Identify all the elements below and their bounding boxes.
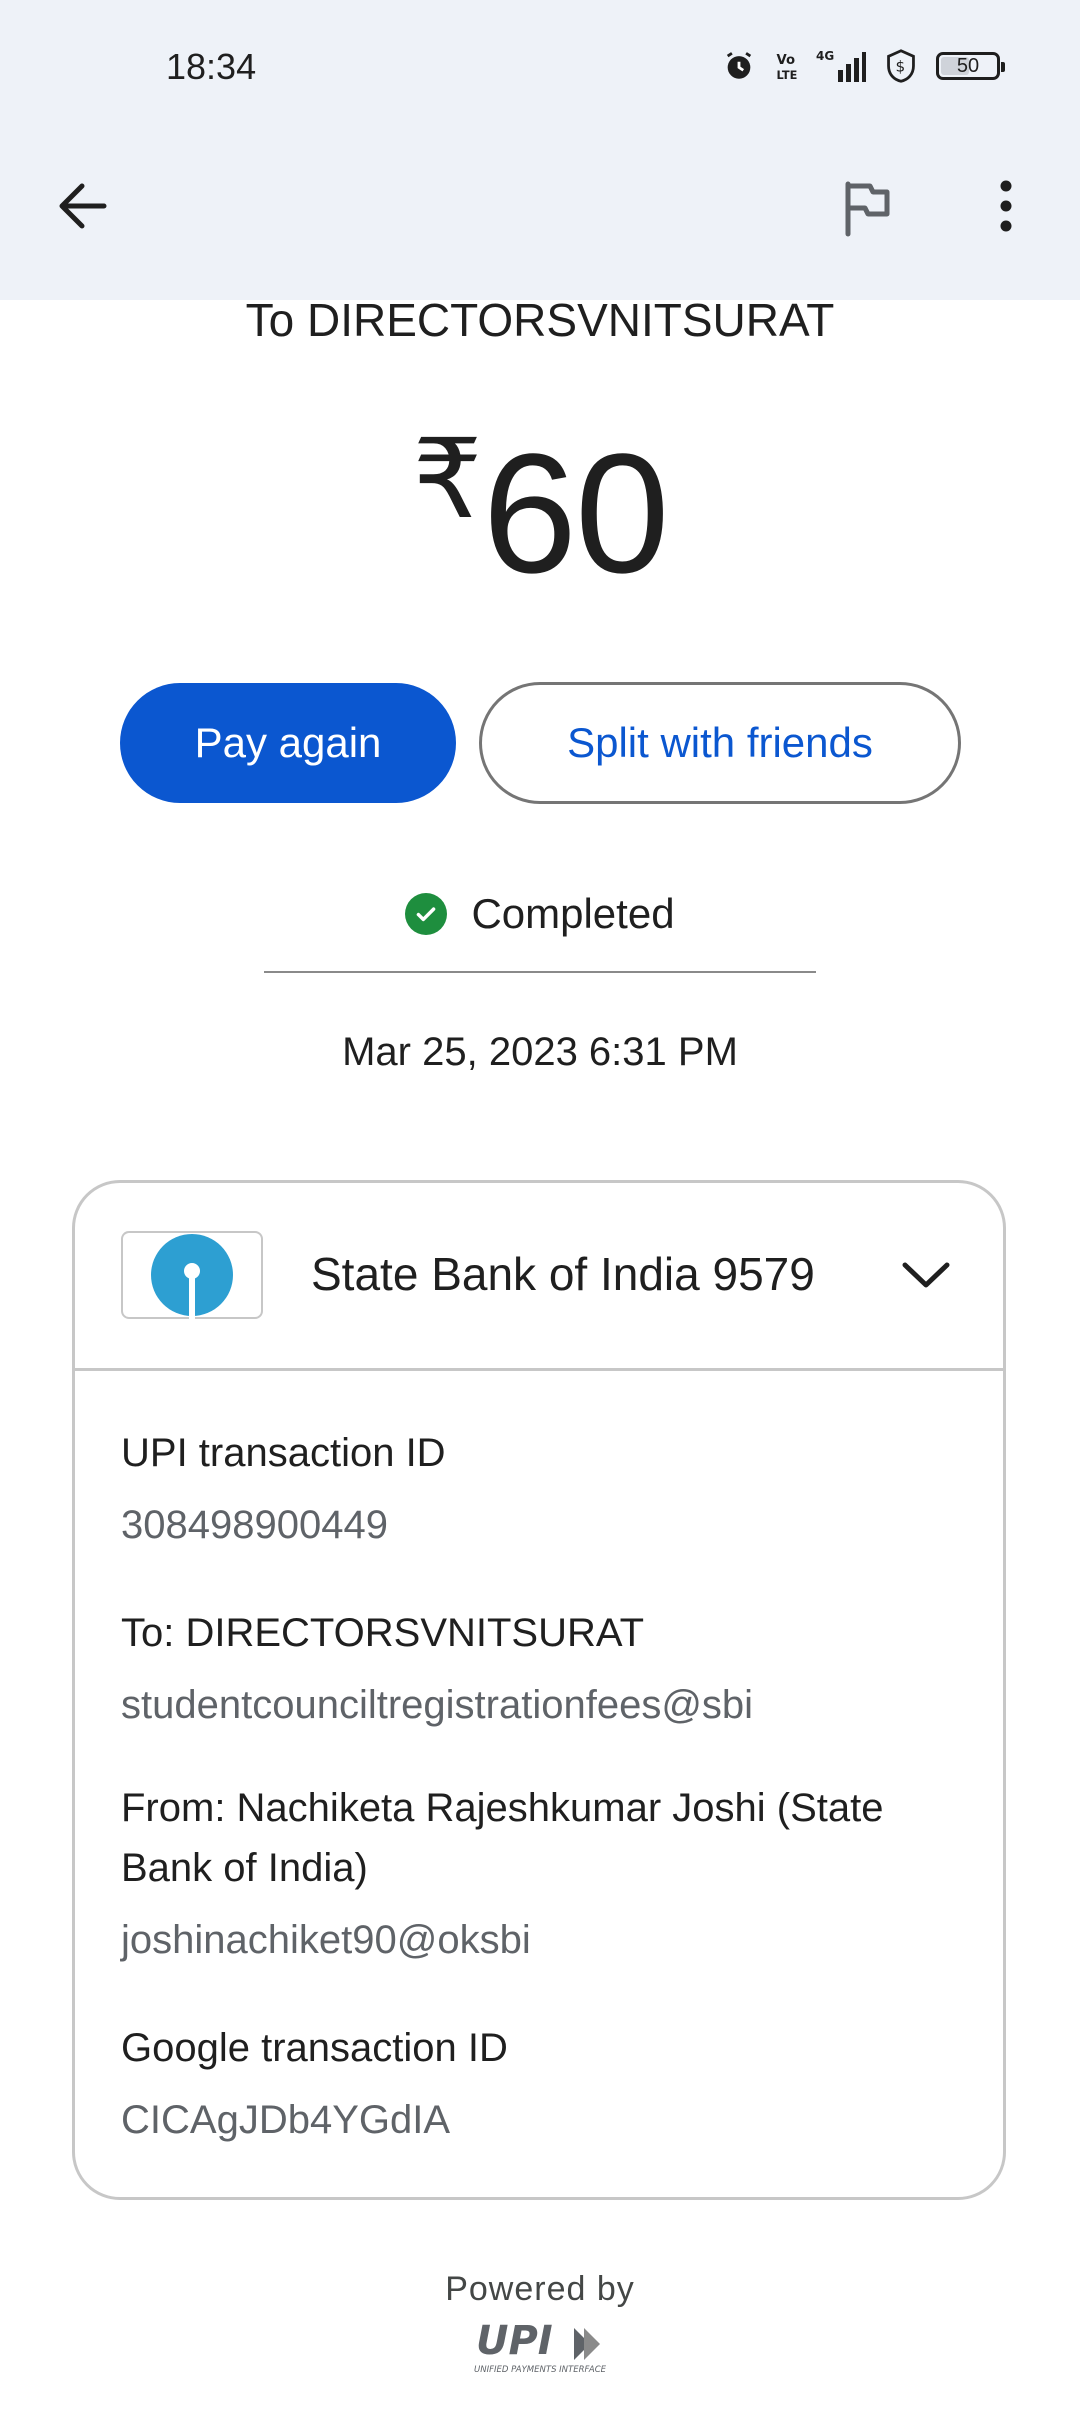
amount-value: 60 xyxy=(482,419,669,609)
bank-logo xyxy=(121,1231,263,1319)
status-time: 18:34 xyxy=(166,46,257,87)
more-vert-icon xyxy=(1000,180,1012,232)
volte-icon: Vo LTE xyxy=(774,49,798,83)
recipient-line: To DIRECTORSVNITSURAT xyxy=(245,294,835,346)
detail-label: Google transaction ID xyxy=(121,2026,508,2070)
arrow-back-icon xyxy=(59,183,107,229)
detail-to: To: DIRECTORSVNITSURAT studentcounciltre… xyxy=(121,1603,981,1735)
report-button[interactable] xyxy=(838,178,894,238)
detail-value: CICAgJDb4YGdIA xyxy=(121,2098,451,2142)
upi-logo-subtext: UNIFIED PAYMENTS INTERFACE xyxy=(474,2365,607,2375)
detail-value: 308498900449 xyxy=(121,1503,388,1547)
svg-text:Vo: Vo xyxy=(777,53,796,68)
detail-value: studentcounciltregistrationfees@sbi xyxy=(121,1683,754,1727)
chevron-down-icon xyxy=(902,1262,950,1288)
detail-label: To: DIRECTORSVNITSURAT xyxy=(121,1611,645,1655)
svg-text:LTE: LTE xyxy=(777,68,798,82)
currency-symbol: ₹ xyxy=(412,418,482,541)
payment-status: Completed xyxy=(0,890,1080,938)
alarm-icon xyxy=(722,49,756,83)
transaction-datetime: Mar 25, 2023 6:31 PM xyxy=(342,1030,738,1074)
upi-logo: UPI UNIFIED PAYMENTS INTERFACE xyxy=(474,2318,607,2375)
flag-icon xyxy=(845,181,890,237)
divider xyxy=(264,971,816,973)
detail-upi-transaction-id: UPI transaction ID 308498900449 xyxy=(121,1423,981,1555)
detail-label: UPI transaction ID xyxy=(121,1431,446,1475)
sbi-logo-icon xyxy=(151,1234,233,1319)
powered-by-text: Powered by xyxy=(445,2270,635,2308)
pay-again-button[interactable]: Pay again xyxy=(120,683,456,803)
svg-text:4G: 4G xyxy=(816,49,834,63)
detail-google-transaction-id: Google transaction ID CICAgJDb4YGdIA xyxy=(121,2018,981,2150)
payment-amount: ₹60 xyxy=(0,415,1080,612)
back-button[interactable] xyxy=(54,178,114,234)
split-with-friends-button[interactable]: Split with friends xyxy=(479,682,961,804)
upi-logo-text: UPI xyxy=(476,2318,553,2364)
svg-text:$: $ xyxy=(895,58,905,76)
transaction-details-card: State Bank of India 9579 UPI transaction… xyxy=(72,1180,1006,2200)
battery-icon: 50 xyxy=(936,52,1005,80)
bank-account-row[interactable]: State Bank of India 9579 xyxy=(75,1183,1003,1371)
shield-icon: $ xyxy=(884,48,918,84)
bank-account-name: State Bank of India 9579 xyxy=(311,1248,815,1300)
detail-from: From: Nachiketa Rajeshkumar Joshi (State… xyxy=(121,1778,981,1970)
status-text: Completed xyxy=(471,890,675,937)
top-bar: 18:34 Vo LTE 4G $ 50 xyxy=(0,0,1080,300)
4g-signal-icon: 4G xyxy=(816,48,866,84)
detail-label: From: Nachiketa Rajeshkumar Joshi (State… xyxy=(121,1786,884,1890)
check-circle-icon xyxy=(405,893,448,935)
detail-value: joshinachiket90@oksbi xyxy=(121,1918,531,1962)
more-options-button[interactable] xyxy=(986,176,1026,236)
status-icons: Vo LTE 4G $ 50 xyxy=(722,48,1005,84)
